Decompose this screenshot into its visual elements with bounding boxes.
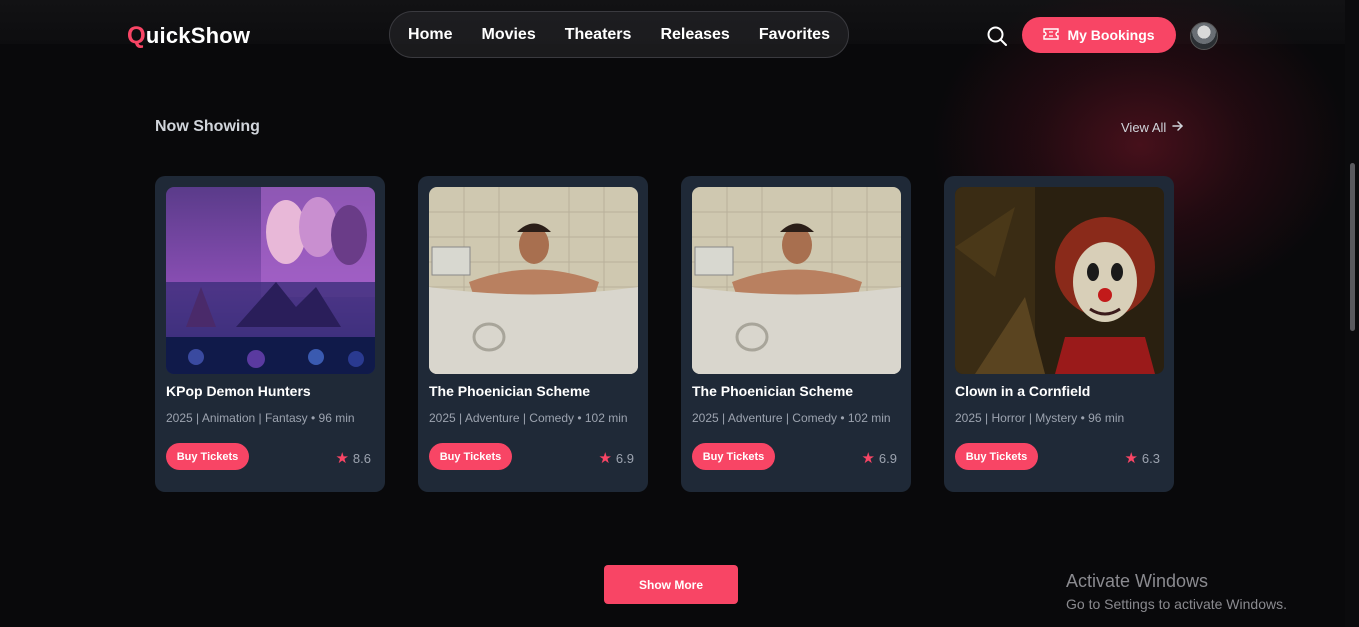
- movie-title[interactable]: KPop Demon Hunters: [166, 383, 311, 399]
- page: QuickShow Home Movies Theaters Releases …: [0, 0, 1359, 627]
- movie-poster-image[interactable]: [692, 187, 901, 374]
- ticket-icon: [1043, 27, 1060, 43]
- movie-poster-image[interactable]: [955, 187, 1164, 374]
- logo-text: uickShow: [145, 23, 251, 48]
- star-icon: ★: [861, 450, 875, 467]
- movie-meta: 2025 | Animation | Fantasy • 96 min: [166, 411, 355, 425]
- movie-title[interactable]: The Phoenician Scheme: [692, 383, 853, 399]
- movie-list: KPop Demon Hunters 2025 | Animation | Fa…: [155, 176, 1174, 492]
- nav-theaters[interactable]: Theaters: [565, 26, 632, 44]
- movie-meta: 2025 | Adventure | Comedy • 102 min: [692, 411, 891, 425]
- movie-title[interactable]: Clown in a Cornfield: [955, 383, 1090, 399]
- buy-tickets-button[interactable]: Buy Tickets: [955, 443, 1038, 470]
- movie-card[interactable]: KPop Demon Hunters 2025 | Animation | Fa…: [155, 176, 385, 492]
- movie-rating: ★ 6.3: [1124, 451, 1160, 466]
- logo-initial: Q: [127, 22, 146, 49]
- view-all-link[interactable]: View All: [1121, 120, 1184, 135]
- watermark-line-1: Activate Windows: [1066, 571, 1209, 591]
- movie-meta: 2025 | Adventure | Comedy • 102 min: [429, 411, 628, 425]
- view-all-label: View All: [1121, 120, 1167, 135]
- rating-value: 6.9: [615, 451, 634, 466]
- nav-releases[interactable]: Releases: [660, 26, 729, 44]
- my-bookings-label: My Bookings: [1067, 27, 1155, 43]
- movie-card[interactable]: The Phoenician Scheme 2025 | Adventure |…: [681, 176, 911, 492]
- arrow-right-icon: [1172, 120, 1184, 135]
- movie-rating: ★ 6.9: [861, 451, 897, 466]
- user-avatar[interactable]: [1190, 22, 1218, 50]
- movie-rating: ★ 6.9: [598, 451, 634, 466]
- star-icon: ★: [1124, 450, 1138, 467]
- movie-rating: ★ 8.6: [335, 451, 371, 466]
- movie-poster-image[interactable]: [429, 187, 638, 374]
- logo[interactable]: QuickShow: [127, 22, 250, 50]
- buy-tickets-button[interactable]: Buy Tickets: [692, 443, 775, 470]
- search-icon[interactable]: [986, 25, 1008, 47]
- nav-home[interactable]: Home: [408, 26, 452, 44]
- show-more-button[interactable]: Show More: [604, 565, 738, 604]
- section-title: Now Showing: [155, 118, 260, 135]
- star-icon: ★: [598, 450, 612, 467]
- movie-poster-image[interactable]: [166, 187, 375, 374]
- movie-card[interactable]: The Phoenician Scheme 2025 | Adventure |…: [418, 176, 648, 492]
- buy-tickets-button[interactable]: Buy Tickets: [429, 443, 512, 470]
- scrollbar[interactable]: [1345, 0, 1359, 627]
- movie-title[interactable]: The Phoenician Scheme: [429, 383, 590, 399]
- star-icon: ★: [335, 450, 349, 467]
- nav-movies[interactable]: Movies: [481, 26, 535, 44]
- main-nav: Home Movies Theaters Releases Favorites: [389, 11, 849, 58]
- rating-value: 6.9: [878, 451, 897, 466]
- watermark-line-2: Go to Settings to activate Windows.: [1066, 596, 1287, 612]
- buy-tickets-button[interactable]: Buy Tickets: [166, 443, 249, 470]
- movie-card[interactable]: Clown in a Cornfield 2025 | Horror | Mys…: [944, 176, 1174, 492]
- scrollbar-thumb[interactable]: [1350, 163, 1355, 331]
- rating-value: 6.3: [1141, 451, 1160, 466]
- windows-activation-watermark: Activate Windows Go to Settings to activ…: [1066, 571, 1287, 612]
- rating-value: 8.6: [352, 451, 371, 466]
- movie-meta: 2025 | Horror | Mystery • 96 min: [955, 411, 1125, 425]
- my-bookings-button[interactable]: My Bookings: [1022, 17, 1176, 53]
- nav-favorites[interactable]: Favorites: [759, 26, 830, 44]
